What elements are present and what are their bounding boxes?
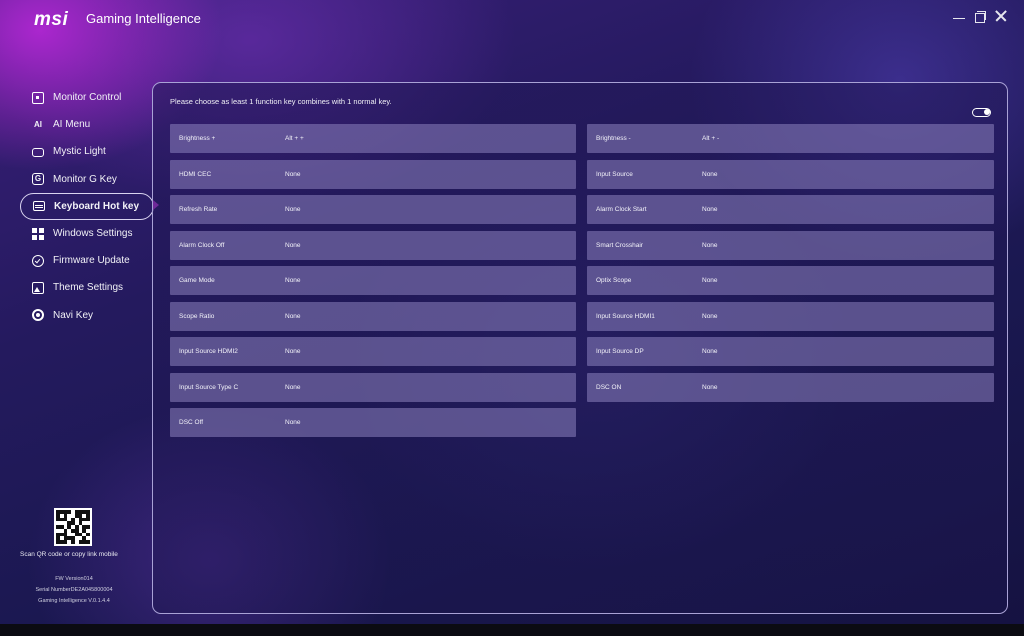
firmware-icon xyxy=(32,254,44,267)
hotkey-row[interactable]: Optix Scope None xyxy=(587,266,994,295)
hotkey-row[interactable]: DSC ON None xyxy=(587,373,994,402)
hotkey-function-label: Input Source DP xyxy=(596,348,644,355)
sidebar-item-label: Theme Settings xyxy=(53,282,124,294)
hotkey-row[interactable]: Input Source HDMI2 None xyxy=(170,337,576,366)
fw-version: FW Version014 xyxy=(55,576,93,582)
hotkey-row[interactable]: Input Source None xyxy=(587,160,994,189)
instruction-text: Please choose as least 1 function key co… xyxy=(170,97,392,106)
serial-number: Serial NumberDE2A045800004 xyxy=(35,587,113,593)
hotkey-function-label: Scope Ratio xyxy=(179,313,215,320)
qr-caption: Scan QR code or copy link mobile xyxy=(20,551,118,558)
mystic-light-icon xyxy=(32,148,44,158)
hotkey-row[interactable]: Game Mode None xyxy=(170,266,576,295)
ai-icon: AI xyxy=(34,119,42,129)
hotkey-function-label: DSC ON xyxy=(596,384,622,391)
hotkey-row[interactable]: Brightness - Alt + - xyxy=(587,124,994,153)
title-bar: msi Gaming Intelligence xyxy=(0,0,1024,36)
hotkey-row[interactable]: Alarm Clock Off None xyxy=(170,231,576,260)
close-icon[interactable] xyxy=(994,9,1008,23)
hotkey-function-label: Brightness - xyxy=(596,135,631,142)
hotkey-function-label: Alarm Clock Off xyxy=(179,242,225,249)
hotkey-value[interactable]: None xyxy=(285,277,301,284)
hotkey-value[interactable]: None xyxy=(702,348,718,355)
sidebar-item-mystic-light[interactable]: Mystic Light xyxy=(20,138,154,165)
sidebar-item-windows-settings[interactable]: Windows Settings xyxy=(20,220,154,247)
hotkey-row[interactable]: Refresh Rate None xyxy=(170,195,576,224)
hotkey-row[interactable]: Alarm Clock Start None xyxy=(587,195,994,224)
theme-icon xyxy=(32,281,44,294)
maximize-icon[interactable] xyxy=(973,9,987,23)
taskbar-strip xyxy=(0,624,1024,636)
hotkey-value[interactable]: None xyxy=(702,384,718,391)
hotkey-row[interactable]: Input Source HDMI1 None xyxy=(587,302,994,331)
hotkey-value[interactable]: None xyxy=(285,384,301,391)
hotkey-row[interactable]: Smart Crosshair None xyxy=(587,231,994,260)
hotkey-function-label: Input Source HDMI2 xyxy=(179,348,238,355)
app-version: Gaming Intelligence V.0.1.4.4 xyxy=(38,598,110,604)
sidebar-item-monitor-g-key[interactable]: G Monitor G Key xyxy=(20,166,154,193)
keyboard-icon xyxy=(33,201,45,212)
g-key-icon: G xyxy=(32,173,44,186)
msi-logo: msi xyxy=(34,9,69,30)
sidebar-item-label: Windows Settings xyxy=(53,228,133,240)
window-controls xyxy=(952,9,1008,23)
app-title: Gaming Intelligence xyxy=(86,11,201,26)
hotkey-function-label: Input Source xyxy=(596,171,633,178)
sidebar-item-navi-key[interactable]: Navi Key xyxy=(20,302,154,329)
hotkey-function-label: Input Source HDMI1 xyxy=(596,313,655,320)
hotkey-function-label: Smart Crosshair xyxy=(596,242,643,249)
sidebar-item-label: AI Menu xyxy=(53,119,91,131)
hotkey-value[interactable]: None xyxy=(285,419,301,426)
sidebar-item-label: Firmware Update xyxy=(53,255,130,267)
hotkey-value[interactable]: None xyxy=(702,313,718,320)
sidebar-item-theme-settings[interactable]: Theme Settings xyxy=(20,274,154,301)
sidebar-item-label: Navi Key xyxy=(53,309,94,321)
toggle-knob xyxy=(984,109,990,115)
hotkey-value[interactable]: None xyxy=(702,242,718,249)
sidebar-nav: Monitor Control AI AI Menu Mystic Light … xyxy=(20,84,154,329)
hotkey-value[interactable]: None xyxy=(702,171,718,178)
minimize-icon[interactable] xyxy=(952,9,966,23)
hotkey-enable-toggle[interactable] xyxy=(972,108,991,117)
hotkey-row[interactable]: Input Source DP None xyxy=(587,337,994,366)
hotkey-row[interactable]: Scope Ratio None xyxy=(170,302,576,331)
sidebar-item-ai-menu[interactable]: AI AI Menu xyxy=(20,111,154,138)
hotkey-value[interactable]: None xyxy=(285,206,301,213)
sidebar-item-label: Mystic Light xyxy=(53,146,106,158)
hotkey-value[interactable]: Alt + + xyxy=(285,135,304,142)
hotkey-row[interactable]: Brightness + Alt + + xyxy=(170,124,576,153)
sidebar-item-firmware-update[interactable]: Firmware Update xyxy=(20,247,154,274)
sidebar-item-monitor-control[interactable]: Monitor Control xyxy=(20,84,154,111)
windows-icon xyxy=(32,227,44,240)
sidebar-item-label: Keyboard Hot key xyxy=(54,200,140,212)
hotkey-function-label: DSC Off xyxy=(179,419,204,426)
hotkey-value[interactable]: None xyxy=(285,171,301,178)
hotkey-value[interactable]: None xyxy=(285,348,301,355)
hotkey-function-label: Refresh Rate xyxy=(179,206,218,213)
hotkey-function-label: Brightness + xyxy=(179,135,216,142)
hotkey-value[interactable]: None xyxy=(702,277,718,284)
navi-key-icon xyxy=(32,309,44,322)
hotkey-function-label: Input Source Type C xyxy=(179,384,239,391)
hotkey-function-label: Optix Scope xyxy=(596,277,632,284)
sidebar-item-label: Monitor Control xyxy=(53,92,122,104)
hotkey-function-label: Alarm Clock Start xyxy=(596,206,647,213)
hotkey-value[interactable]: None xyxy=(702,206,718,213)
hotkey-value[interactable]: None xyxy=(285,242,301,249)
qr-code[interactable] xyxy=(54,508,92,546)
hotkey-function-label: Game Mode xyxy=(179,277,215,284)
hotkey-function-label: HDMI CEC xyxy=(179,171,212,178)
hotkey-value[interactable]: Alt + - xyxy=(702,135,719,142)
hotkey-value[interactable]: None xyxy=(285,313,301,320)
sidebar-item-label: Monitor G Key xyxy=(53,173,117,185)
hotkey-row[interactable]: HDMI CEC None xyxy=(170,160,576,189)
monitor-icon xyxy=(32,91,44,104)
hotkey-row[interactable]: Input Source Type C None xyxy=(170,373,576,402)
sidebar-item-keyboard-hot-key[interactable]: Keyboard Hot key xyxy=(20,192,154,220)
hotkey-row[interactable]: DSC Off None xyxy=(170,408,576,437)
